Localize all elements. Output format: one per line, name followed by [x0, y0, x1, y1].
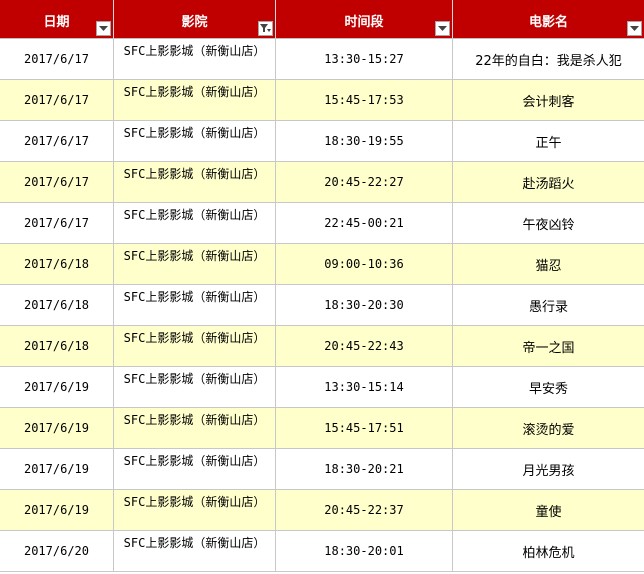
- header-movie: 电影名: [453, 0, 644, 39]
- cell-movie[interactable]: 猫忍: [453, 244, 644, 285]
- cell-time[interactable]: 13:30-15:27: [276, 39, 453, 80]
- header-row: 日期 影院 时间段 电影名: [0, 0, 644, 39]
- cell-time[interactable]: 13:30-15:14: [276, 367, 453, 408]
- cell-movie[interactable]: 愚行录: [453, 285, 644, 326]
- cell-time[interactable]: 22:45-00:21: [276, 203, 453, 244]
- cell-time[interactable]: 18:30-20:21: [276, 449, 453, 490]
- cell-time[interactable]: 20:45-22:27: [276, 162, 453, 203]
- filter-funnel-icon[interactable]: [258, 21, 273, 36]
- cell-cinema[interactable]: SFC上影影城（新衡山店）: [114, 408, 276, 449]
- header-cinema-label: 影院: [181, 15, 208, 30]
- cell-movie[interactable]: 柏林危机: [453, 531, 644, 572]
- header-time-label: 时间段: [344, 15, 384, 30]
- header-movie-label: 电影名: [528, 15, 568, 30]
- cell-date[interactable]: 2017/6/17: [0, 80, 114, 121]
- dropdown-arrow-icon[interactable]: [627, 21, 642, 36]
- cell-cinema[interactable]: SFC上影影城（新衡山店）: [114, 121, 276, 162]
- cell-time[interactable]: 18:30-20:01: [276, 531, 453, 572]
- header-date-label: 日期: [43, 15, 70, 30]
- cell-movie[interactable]: 月光男孩: [453, 449, 644, 490]
- spreadsheet: 日期 影院 时间段 电影名 2017/6/17 SFC上影影城（新衡山店） 13…: [0, 0, 644, 574]
- cell-cinema[interactable]: SFC上影影城（新衡山店）: [114, 39, 276, 80]
- cell-date[interactable]: 2017/6/19: [0, 408, 114, 449]
- cell-date[interactable]: 2017/6/19: [0, 449, 114, 490]
- cell-movie[interactable]: 早安秀: [453, 367, 644, 408]
- header-time: 时间段: [276, 0, 453, 39]
- cell-cinema[interactable]: SFC上影影城（新衡山店）: [114, 285, 276, 326]
- cell-time[interactable]: 18:30-20:30: [276, 285, 453, 326]
- cell-date[interactable]: 2017/6/19: [0, 490, 114, 531]
- cell-time[interactable]: 20:45-22:43: [276, 326, 453, 367]
- cell-movie[interactable]: 童使: [453, 490, 644, 531]
- cell-time[interactable]: 15:45-17:51: [276, 408, 453, 449]
- cell-time[interactable]: 18:30-19:55: [276, 121, 453, 162]
- cell-cinema[interactable]: SFC上影影城（新衡山店）: [114, 490, 276, 531]
- cell-cinema[interactable]: SFC上影影城（新衡山店）: [114, 531, 276, 572]
- header-cinema: 影院: [114, 0, 276, 39]
- cell-cinema[interactable]: SFC上影影城（新衡山店）: [114, 162, 276, 203]
- cell-movie[interactable]: 正午: [453, 121, 644, 162]
- cell-cinema[interactable]: SFC上影影城（新衡山店）: [114, 326, 276, 367]
- cell-cinema[interactable]: SFC上影影城（新衡山店）: [114, 203, 276, 244]
- header-date: 日期: [0, 0, 114, 39]
- cell-movie[interactable]: 赴汤蹈火: [453, 162, 644, 203]
- cell-date[interactable]: 2017/6/18: [0, 244, 114, 285]
- cell-time[interactable]: 09:00-10:36: [276, 244, 453, 285]
- dropdown-arrow-icon[interactable]: [435, 21, 450, 36]
- dropdown-arrow-icon[interactable]: [96, 21, 111, 36]
- cell-movie[interactable]: 午夜凶铃: [453, 203, 644, 244]
- cell-date[interactable]: 2017/6/20: [0, 531, 114, 572]
- cell-date[interactable]: 2017/6/18: [0, 285, 114, 326]
- cell-cinema[interactable]: SFC上影影城（新衡山店）: [114, 449, 276, 490]
- cell-date[interactable]: 2017/6/18: [0, 326, 114, 367]
- cell-cinema[interactable]: SFC上影影城（新衡山店）: [114, 367, 276, 408]
- cell-time[interactable]: 20:45-22:37: [276, 490, 453, 531]
- cell-date[interactable]: 2017/6/19: [0, 367, 114, 408]
- cell-cinema[interactable]: SFC上影影城（新衡山店）: [114, 244, 276, 285]
- cell-date[interactable]: 2017/6/17: [0, 121, 114, 162]
- cell-movie[interactable]: 22年的自白：我是杀人犯: [453, 39, 644, 80]
- cell-movie[interactable]: 帝一之国: [453, 326, 644, 367]
- cell-date[interactable]: 2017/6/17: [0, 162, 114, 203]
- cell-movie[interactable]: 滚烫的爱: [453, 408, 644, 449]
- cell-time[interactable]: 15:45-17:53: [276, 80, 453, 121]
- table-body: 2017/6/17 SFC上影影城（新衡山店） 13:30-15:27 22年的…: [0, 39, 644, 572]
- cell-movie[interactable]: 会计刺客: [453, 80, 644, 121]
- cell-cinema[interactable]: SFC上影影城（新衡山店）: [114, 80, 276, 121]
- cell-date[interactable]: 2017/6/17: [0, 39, 114, 80]
- cell-date[interactable]: 2017/6/17: [0, 203, 114, 244]
